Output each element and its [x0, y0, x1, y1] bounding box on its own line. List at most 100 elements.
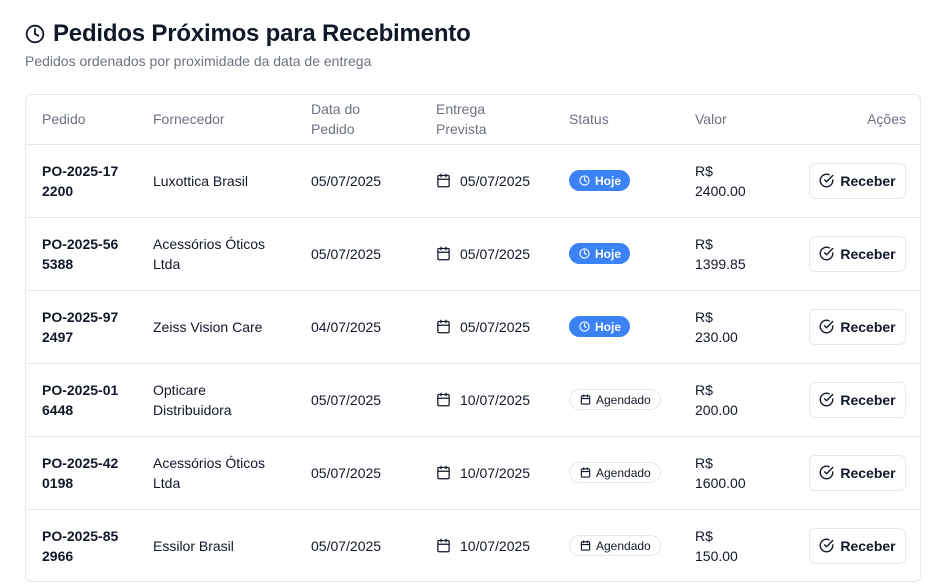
actions-cell: Receber [789, 217, 920, 291]
receive-button-label: Receber [840, 318, 896, 335]
order-date: 04/07/2025 [311, 290, 436, 364]
table-row: PO-2025-852966 Essilor Brasil 05/07/2025… [26, 509, 920, 581]
receive-button-label: Receber [840, 391, 896, 408]
page-subtitle: Pedidos ordenados por proximidade da dat… [25, 53, 372, 69]
receive-button-label: Receber [840, 464, 896, 481]
supplier-name: Essilor Brasil [153, 537, 234, 554]
order-id: PO-2025-852966 [42, 527, 119, 564]
table-header-row: Pedido Fornecedor Data do Pedido Entrega… [26, 95, 920, 145]
delivery-date-cell: 05/07/2025 [436, 217, 569, 291]
status-cell: Agendado [569, 436, 695, 510]
order-id-cell: PO-2025-016448 [26, 363, 153, 437]
order-id: PO-2025-565388 [42, 235, 119, 272]
order-id: PO-2025-016448 [42, 381, 119, 418]
order-date: 05/07/2025 [311, 363, 436, 437]
value-cell: R$ 1600.00 [695, 436, 789, 510]
table-row: PO-2025-172200 Luxottica Brasil 05/07/20… [26, 144, 920, 218]
status-badge: Agendado [569, 462, 661, 483]
status-label: Agendado [596, 538, 651, 553]
table-row: PO-2025-420198 Acessórios Óticos Ltda 05… [26, 436, 920, 510]
status-label: Agendado [596, 392, 651, 407]
delivery-date-cell: 10/07/2025 [436, 363, 569, 437]
order-value: R$ 1600.00 [695, 454, 746, 491]
order-id-cell: PO-2025-565388 [26, 217, 153, 291]
calendar-icon [436, 392, 451, 407]
clock-icon [579, 248, 590, 259]
status-cell: Agendado [569, 509, 695, 581]
status-badge: Hoje [569, 170, 631, 191]
order-id-cell: PO-2025-420198 [26, 436, 153, 510]
actions-cell: Receber [789, 436, 920, 510]
supplier-cell: Opticare Distribuidora [153, 363, 311, 437]
order-id-cell: PO-2025-972497 [26, 290, 153, 364]
order-value: R$ 150.00 [695, 527, 738, 564]
clock-icon [579, 321, 590, 332]
orders-table: Pedido Fornecedor Data do Pedido Entrega… [26, 95, 920, 581]
value-cell: R$ 200.00 [695, 363, 789, 437]
delivery-date: 05/07/2025 [460, 318, 531, 335]
page-title: Pedidos Próximos para Recebimento [53, 20, 471, 47]
order-value: R$ 200.00 [695, 381, 738, 418]
column-header-valor: Valor [695, 95, 789, 145]
receive-button[interactable]: Receber [809, 308, 906, 345]
receive-button[interactable]: Receber [809, 381, 906, 418]
check-circle-icon [819, 246, 834, 261]
calendar-icon [580, 467, 591, 478]
delivery-date: 05/07/2025 [460, 172, 531, 189]
calendar-icon [436, 319, 451, 334]
status-label: Agendado [596, 465, 651, 480]
column-header-status: Status [569, 95, 695, 145]
column-header-pedido: Pedido [26, 95, 153, 145]
receive-button-label: Receber [840, 537, 896, 554]
value-cell: R$ 1399.85 [695, 217, 789, 291]
supplier-cell: Acessórios Óticos Ltda [153, 217, 311, 291]
supplier-cell: Luxottica Brasil [153, 144, 311, 218]
orders-table-card: Pedido Fornecedor Data do Pedido Entrega… [25, 94, 921, 582]
order-value: R$ 230.00 [695, 308, 738, 345]
order-id-cell: PO-2025-172200 [26, 144, 153, 218]
status-label: Hoje [595, 319, 622, 334]
actions-cell: Receber [789, 363, 920, 437]
calendar-icon [580, 540, 591, 551]
supplier-name: Zeiss Vision Care [153, 318, 263, 335]
receive-button[interactable]: Receber [809, 162, 906, 199]
calendar-icon [436, 173, 451, 188]
value-cell: R$ 2400.00 [695, 144, 789, 218]
order-date: 05/07/2025 [311, 144, 436, 218]
column-header-data-pedido: Data do Pedido [311, 95, 436, 145]
table-row: PO-2025-972497 Zeiss Vision Care 04/07/2… [26, 290, 920, 364]
actions-cell: Receber [789, 144, 920, 218]
actions-cell: Receber [789, 290, 920, 364]
calendar-icon [436, 465, 451, 480]
delivery-date: 05/07/2025 [460, 245, 531, 262]
receive-button[interactable]: Receber [809, 454, 906, 491]
status-cell: Agendado [569, 363, 695, 437]
status-label: Hoje [595, 246, 622, 261]
value-cell: R$ 150.00 [695, 509, 789, 581]
receive-button-label: Receber [840, 172, 896, 189]
order-date: 05/07/2025 [311, 537, 382, 554]
order-date: 05/07/2025 [311, 436, 436, 510]
status-cell: Hoje [569, 144, 695, 218]
delivery-date-cell: 05/07/2025 [436, 144, 569, 218]
clock-icon [579, 175, 590, 186]
order-value: R$ 2400.00 [695, 162, 746, 199]
delivery-date-cell: 05/07/2025 [436, 290, 569, 364]
column-header-acoes: Ações [789, 95, 920, 145]
delivery-date: 10/07/2025 [460, 537, 531, 554]
supplier-cell: Essilor Brasil [153, 509, 311, 581]
supplier-name: Opticare Distribuidora [153, 381, 232, 418]
order-id: PO-2025-420198 [42, 454, 119, 491]
value-cell: R$ 230.00 [695, 290, 789, 364]
receive-button[interactable]: Receber [809, 235, 906, 272]
table-row: PO-2025-565388 Acessórios Óticos Ltda 05… [26, 217, 920, 291]
receive-button[interactable]: Receber [809, 527, 906, 564]
column-header-entrega-prevista: Entrega Prevista [436, 95, 569, 145]
order-id: PO-2025-972497 [42, 308, 119, 345]
delivery-date: 10/07/2025 [460, 464, 531, 481]
status-cell: Hoje [569, 217, 695, 291]
actions-cell: Receber [789, 509, 920, 581]
supplier-cell: Acessórios Óticos Ltda [153, 436, 311, 510]
order-id-cell: PO-2025-852966 [26, 509, 153, 581]
check-circle-icon [819, 465, 834, 480]
